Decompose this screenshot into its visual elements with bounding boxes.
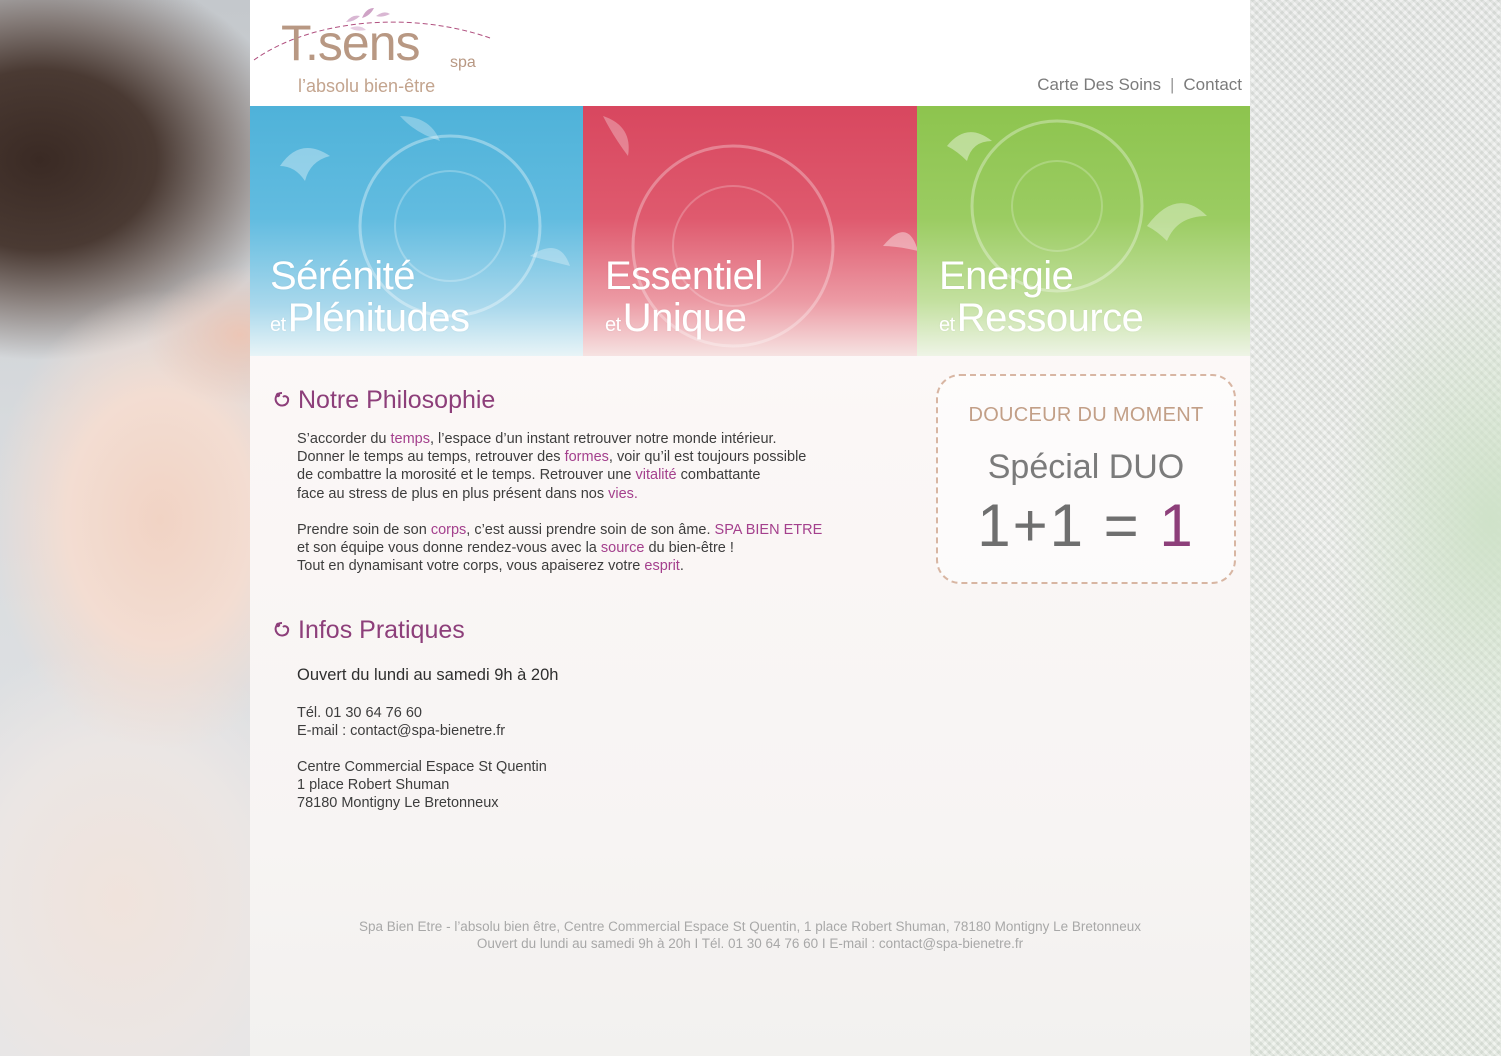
banner-title-word: Plénitudes bbox=[287, 296, 470, 340]
promo-box[interactable]: DOUCEUR DU MOMENT Spécial DUO 1+1 = 1 bbox=[936, 374, 1236, 584]
footer: Spa Bien Etre - l’absolu bien être, Cent… bbox=[250, 918, 1250, 952]
text: face au stress de plus en plus présent d… bbox=[297, 485, 609, 502]
top-navigation: Carte Des Soins | Contact bbox=[1037, 75, 1242, 95]
swirl-bullet-icon bbox=[274, 391, 290, 406]
section-heading-philosophie: Notre Philosophie bbox=[272, 386, 495, 415]
email-address[interactable]: E-mail : contact@spa-bienetre.fr bbox=[297, 722, 505, 740]
highlight-word: vitalité bbox=[635, 467, 677, 484]
highlight-word: formes bbox=[564, 449, 609, 466]
text: , l’espace d’un instant retrouver notre … bbox=[430, 431, 777, 447]
banner-title-word: Ressource bbox=[956, 296, 1144, 340]
banner-panel-serenite[interactable]: Sérénité etPlénitudes bbox=[250, 106, 583, 356]
banner-title: Essentiel etUnique bbox=[605, 256, 763, 338]
text: , voir qu’il est toujours possible bbox=[608, 449, 807, 466]
text: S’accorder du bbox=[297, 431, 391, 447]
text: , c’est aussi prendre soin de son âme. bbox=[466, 522, 715, 538]
address-line: 1 place Robert Shuman bbox=[297, 777, 450, 794]
text: . bbox=[679, 558, 684, 575]
highlight-word: esprit bbox=[644, 558, 680, 575]
background-photo-right bbox=[1250, 0, 1501, 1056]
highlight-word: SPA BIEN ETRE bbox=[714, 522, 823, 538]
address-line: 78180 Montigny Le Bretonneux bbox=[297, 795, 499, 812]
text: combattante bbox=[676, 467, 761, 484]
banner-title-line2: etRessource bbox=[939, 296, 1144, 340]
banner-title-line1: Energie bbox=[939, 254, 1074, 298]
logo-tagline: l’absolu bien-être bbox=[298, 76, 436, 96]
banner-title-et: et bbox=[270, 314, 286, 336]
phone-number[interactable]: Tél. 01 30 64 76 60 bbox=[297, 704, 505, 722]
banner: Sérénité etPlénitudes Essentiel etUnique bbox=[250, 106, 1250, 356]
philosophy-paragraph-2: Prendre soin de son corps, c’est aussi p… bbox=[297, 521, 822, 576]
banner-title-line1: Essentiel bbox=[605, 254, 763, 298]
address-line: Centre Commercial Espace St Quentin bbox=[297, 759, 547, 775]
address: Centre Commercial Espace St Quentin 1 pl… bbox=[297, 758, 547, 813]
section-heading-infos: Infos Pratiques bbox=[272, 616, 465, 645]
banner-title-et: et bbox=[605, 314, 621, 336]
banner-title-line2: etUnique bbox=[605, 298, 763, 338]
header: T.sens spa l’absolu bien-être Carte Des … bbox=[250, 0, 1250, 106]
promo-equation-text: 1+1 = bbox=[977, 492, 1160, 559]
promo-equation: 1+1 = 1 bbox=[938, 496, 1234, 556]
text: Donner le temps au temps, retrouver des bbox=[297, 449, 565, 466]
highlight-word: corps bbox=[430, 522, 467, 538]
highlight-word: vies. bbox=[608, 485, 638, 502]
nav-link-carte-des-soins[interactable]: Carte Des Soins bbox=[1037, 75, 1161, 95]
banner-title-et: et bbox=[939, 314, 955, 336]
nav-separator: | bbox=[1169, 75, 1175, 94]
text: et son équipe vous donne rendez-vous ave… bbox=[297, 540, 601, 557]
nav-link-contact[interactable]: Contact bbox=[1183, 75, 1242, 95]
text: Prendre soin de son bbox=[297, 522, 431, 538]
page-container: T.sens spa l’absolu bien-être Carte Des … bbox=[250, 0, 1250, 1056]
highlight-word: source bbox=[600, 540, 645, 557]
text: de combattre la morosité et le temps. Re… bbox=[297, 467, 636, 484]
text: Tout en dynamisant votre corps, vous apa… bbox=[297, 558, 645, 575]
banner-title-line1: Sérénité bbox=[270, 254, 415, 298]
section-heading-text: Notre Philosophie bbox=[298, 386, 496, 414]
banner-title: Energie etRessource bbox=[939, 254, 1144, 340]
philosophy-paragraph-1: S’accorder du temps, l’espace d’un insta… bbox=[297, 430, 806, 503]
background-photo-left bbox=[0, 0, 250, 1056]
logo[interactable]: T.sens spa l’absolu bien-être bbox=[250, 0, 510, 106]
footer-line: Spa Bien Etre - l’absolu bien être, Cent… bbox=[359, 919, 1141, 934]
footer-line: Ouvert du lundi au samedi 9h à 20h I Tél… bbox=[476, 936, 1024, 951]
banner-title-line2: etPlénitudes bbox=[270, 296, 470, 340]
highlight-word: temps bbox=[390, 431, 431, 447]
logo-text: T.sens bbox=[281, 15, 421, 71]
contact-info: Tél. 01 30 64 76 60 E-mail : contact@spa… bbox=[297, 704, 505, 740]
banner-panel-essentiel[interactable]: Essentiel etUnique bbox=[583, 106, 917, 356]
promo-equation-result: 1 bbox=[1159, 492, 1195, 559]
promo-subtitle: Spécial DUO bbox=[987, 448, 1185, 486]
section-heading-text: Infos Pratiques bbox=[298, 616, 465, 644]
text: du bien-être ! bbox=[644, 540, 734, 557]
banner-title: Sérénité etPlénitudes bbox=[270, 254, 470, 340]
promo-heading: DOUCEUR DU MOMENT bbox=[968, 404, 1204, 426]
banner-title-word: Unique bbox=[622, 296, 747, 340]
swirl-bullet-icon bbox=[274, 621, 290, 636]
banner-panel-energie[interactable]: Energie etRessource bbox=[917, 106, 1250, 356]
opening-hours: Ouvert du lundi au samedi 9h à 20h bbox=[297, 666, 559, 684]
logo-spa-text: spa bbox=[450, 54, 476, 71]
